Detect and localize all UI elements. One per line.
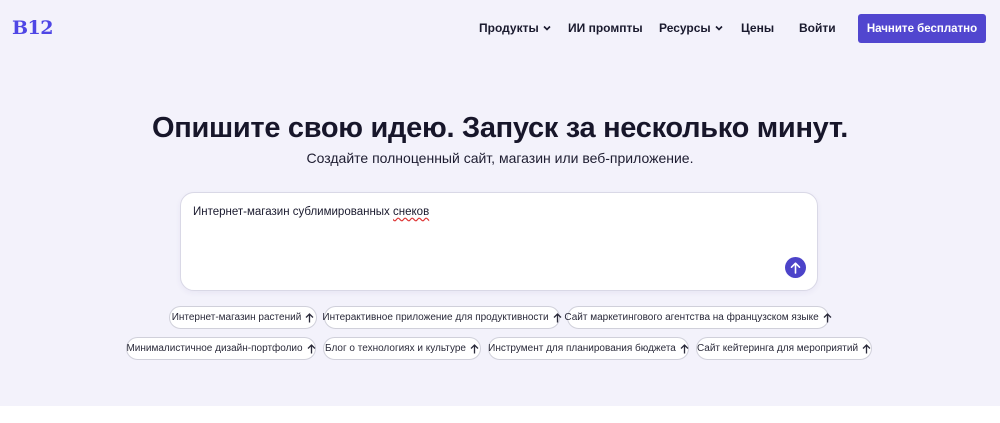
suggestion-chip-label: Инструмент для планирования бюджета — [488, 343, 676, 354]
submit-prompt-button[interactable] — [785, 257, 806, 278]
nav-pricing[interactable]: Цены — [741, 21, 774, 35]
nav-products[interactable]: Продукты — [479, 21, 551, 35]
suggestion-chip-label: Интерактивное приложение для продуктивно… — [322, 312, 549, 323]
prompt-text-main: Интернет-магазин сублимированных — [193, 206, 394, 218]
suggestion-chip[interactable]: Сайт кейтеринга для мероприятий — [696, 337, 872, 360]
page-title: Опишите свою идею. Запуск за несколько м… — [152, 112, 848, 144]
nav-products-label: Продукты — [479, 21, 539, 35]
prompt-text-misspelled-word: снеков — [393, 206, 430, 218]
arrow-up-icon — [823, 312, 832, 322]
arrow-up-icon — [862, 343, 871, 353]
top-navigation: B12 Продукты ИИ промпты Ресурсы Цены Вой… — [0, 0, 1000, 56]
arrow-up-icon — [470, 343, 479, 353]
arrow-up-icon — [790, 261, 801, 274]
suggestion-chip[interactable]: Инструмент для планирования бюджета — [488, 337, 689, 360]
b12-logo[interactable]: B12 — [12, 17, 54, 39]
suggestion-chip-label: Интернет-магазин растений — [171, 312, 302, 323]
chevron-down-icon — [543, 25, 551, 31]
suggestion-chip[interactable]: Минималистичное дизайн-портфолио — [126, 337, 316, 360]
suggestion-chip[interactable]: Сайт маркетингового агентства на француз… — [564, 306, 832, 329]
suggestion-chip[interactable]: Интерактивное приложение для продуктивно… — [322, 306, 562, 329]
nav-login[interactable]: Войти — [799, 21, 836, 35]
nav-resources-label: Ресурсы — [659, 21, 711, 35]
idea-prompt-input[interactable]: Интернет-магазин сублимированных снеков — [180, 192, 818, 291]
nav-ai-prompts[interactable]: ИИ промпты — [568, 21, 643, 35]
nav-login-label: Войти — [799, 21, 836, 35]
nav-ai-prompts-label: ИИ промпты — [568, 21, 643, 35]
suggestion-chip-label: Сайт кейтеринга для мероприятий — [696, 343, 859, 354]
arrow-up-icon — [305, 312, 314, 322]
suggestion-chip-label: Блог о технологиях и культуре — [325, 343, 466, 354]
chevron-down-icon — [715, 25, 723, 31]
nav-pricing-label: Цены — [741, 21, 775, 35]
arrow-up-icon — [680, 343, 689, 353]
start-free-button[interactable]: Начните бесплатно — [858, 14, 986, 43]
suggestion-chip-label: Минималистичное дизайн-портфолио — [126, 343, 303, 354]
suggestion-chip-label: Сайт маркетингового агентства на француз… — [564, 312, 819, 323]
arrow-up-icon — [307, 343, 316, 353]
suggestion-chip[interactable]: Блог о технологиях и культуре — [323, 337, 481, 360]
nav-resources[interactable]: Ресурсы — [659, 21, 723, 35]
prompt-text[interactable]: Интернет-магазин сублимированных снеков — [193, 206, 429, 218]
page-subtitle: Создайте полноценный сайт, магазин или в… — [306, 150, 694, 166]
suggestion-chip[interactable]: Интернет-магазин растений — [169, 306, 317, 329]
arrow-up-icon — [553, 312, 562, 322]
